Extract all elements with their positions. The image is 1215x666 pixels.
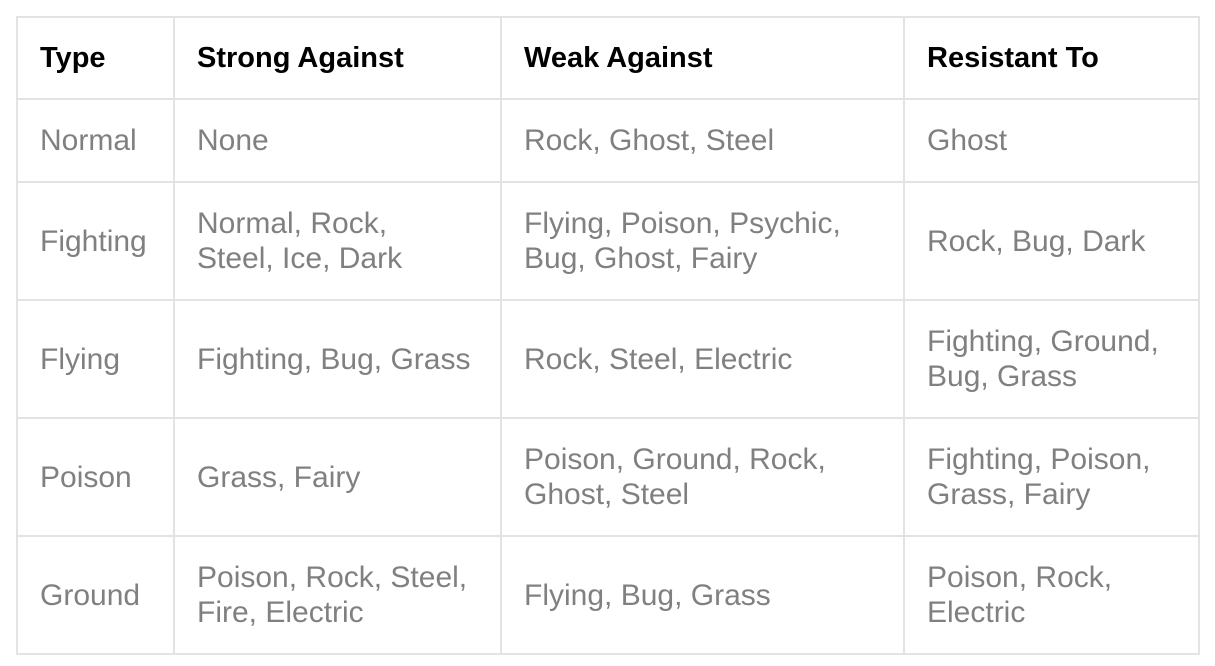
cell-type: Normal [16,98,175,183]
cell-line: Poison, Ground, Rock, [524,443,826,476]
table-row: Normal None Rock, Ghost, Steel Ghost [16,98,1200,183]
cell-strong-against: Poison, Rock, Steel, Fire, Electric [173,535,502,655]
header-type: Type [16,16,175,100]
cell-type: Poison [16,417,175,537]
cell-line: Fighting, Poison, [927,443,1151,476]
cell-line: Grass, Fairy [927,478,1091,511]
cell-line: Normal, Rock, [197,207,388,240]
cell-line: Bug, Ghost, Fairy [524,242,758,275]
cell-resistant-to: Fighting, Ground, Bug, Grass [903,299,1200,419]
cell-type: Ground [16,535,175,655]
table-body: Type Strong Against Weak Against Resista… [16,16,1200,655]
cell-line: Poison, Rock, Steel, [197,561,468,594]
cell-line: Electric [927,596,1026,629]
cell-line: Ghost, Steel [524,478,690,511]
cell-resistant-to: Rock, Bug, Dark [903,181,1200,301]
cell-weak-against: Poison, Ground, Rock, Ghost, Steel [500,417,905,537]
cell-weak-against: Rock, Ghost, Steel [500,98,905,183]
cell-line: Rock, Ghost, Steel [524,124,775,157]
cell-line: Grass, Fairy [197,460,361,494]
table-row: Ground Poison, Rock, Steel, Fire, Electr… [16,535,1200,655]
header-resistant-to: Resistant To [903,16,1200,100]
cell-line: Steel, Ice, Dark [197,242,403,275]
cell-strong-against: Normal, Rock, Steel, Ice, Dark [173,181,502,301]
cell-type: Fighting [16,181,175,301]
cell-line: Flying, Bug, Grass [524,578,771,612]
cell-line: Flying, Poison, Psychic, [524,207,841,240]
table-row: Flying Fighting, Bug, Grass Rock, Steel,… [16,299,1200,419]
type-matchup-table: Type Strong Against Weak Against Resista… [16,16,1200,655]
cell-resistant-to: Poison, Rock, Electric [903,535,1200,655]
cell-weak-against: Rock, Steel, Electric [500,299,905,419]
cell-line: Bug, Grass [927,360,1078,393]
cell-weak-against: Flying, Bug, Grass [500,535,905,655]
cell-strong-against: Grass, Fairy [173,417,502,537]
cell-resistant-to: Ghost [903,98,1200,183]
cell-line: Fighting, Bug, Grass [197,342,471,376]
table-row: Fighting Normal, Rock, Steel, Ice, Dark … [16,181,1200,301]
cell-line: Rock, Steel, Electric [524,342,793,376]
cell-strong-against: Fighting, Bug, Grass [173,299,502,419]
cell-line: Ghost [927,124,1008,157]
cell-resistant-to: Fighting, Poison, Grass, Fairy [903,417,1200,537]
header-strong-against: Strong Against [173,16,502,100]
cell-strong-against: None [173,98,502,183]
cell-line: Rock, Bug, Dark [927,224,1146,258]
header-weak-against: Weak Against [500,16,905,100]
table-header-row: Type Strong Against Weak Against Resista… [16,16,1200,100]
cell-line: Poison, Rock, [927,561,1113,594]
cell-line: None [197,124,269,157]
cell-line: Fire, Electric [197,596,364,629]
table-row: Poison Grass, Fairy Poison, Ground, Rock… [16,417,1200,537]
cell-type: Flying [16,299,175,419]
cell-line: Fighting, Ground, [927,325,1159,358]
cell-weak-against: Flying, Poison, Psychic, Bug, Ghost, Fai… [500,181,905,301]
